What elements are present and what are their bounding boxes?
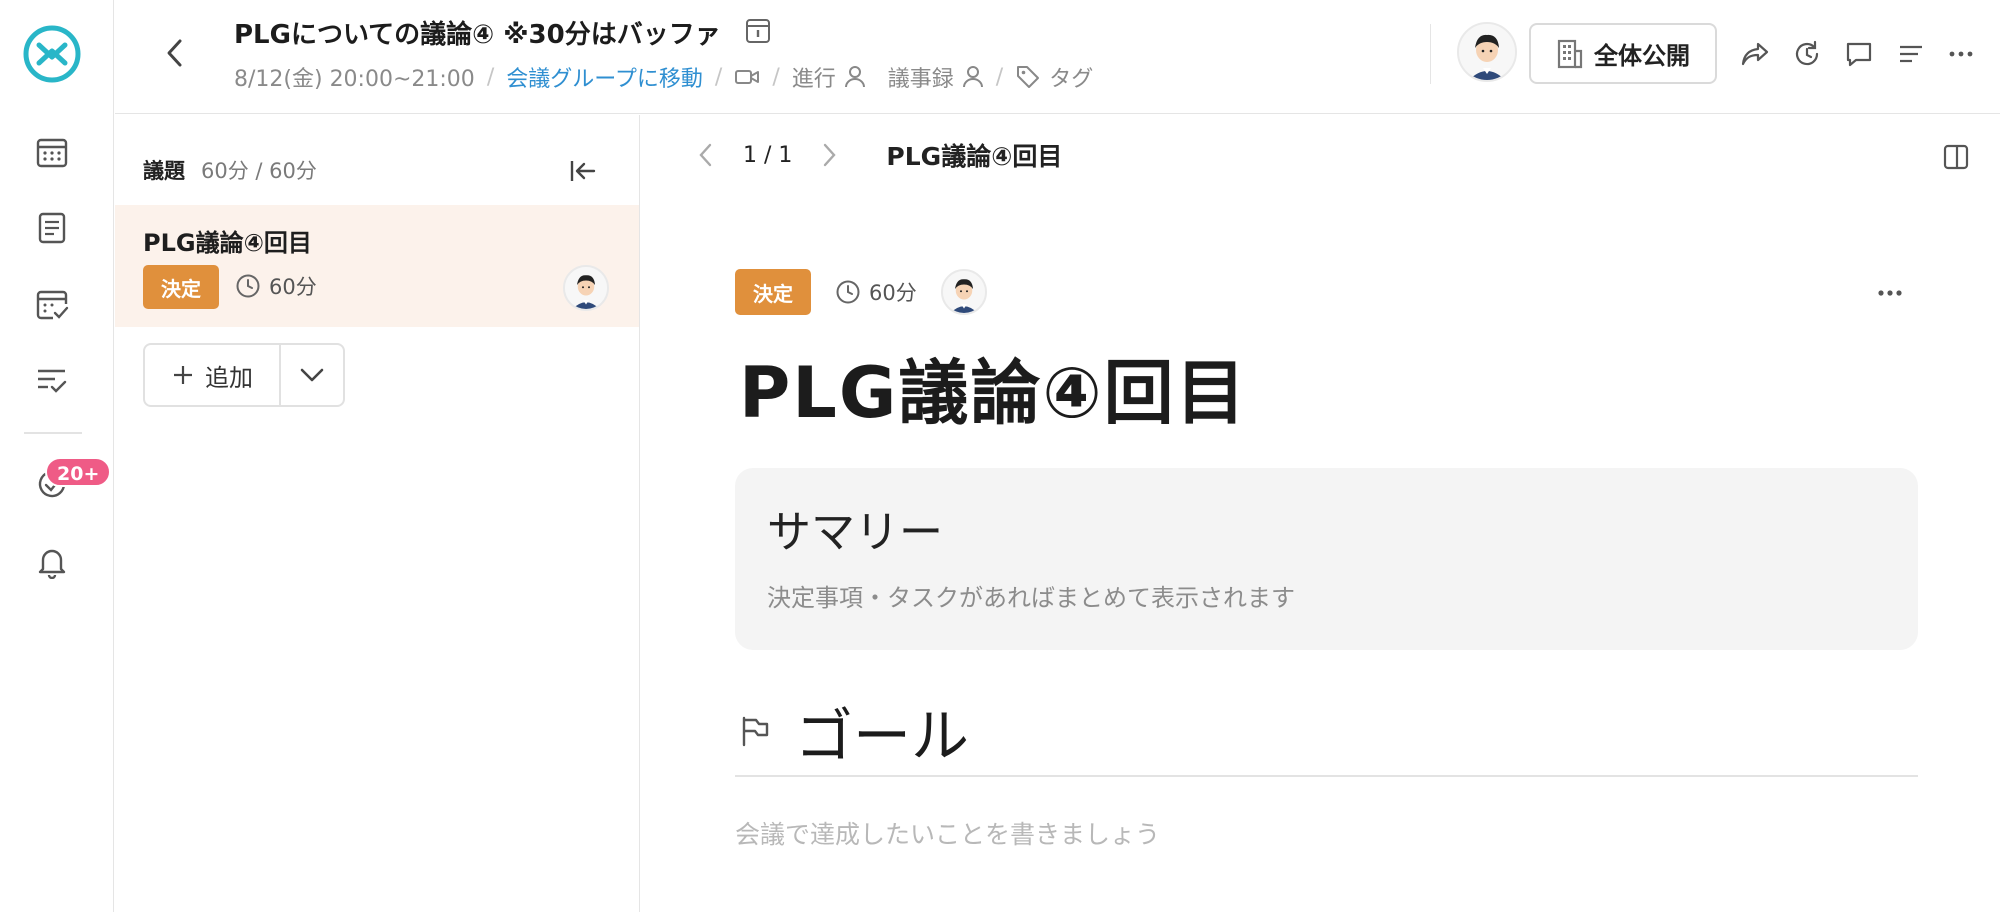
- header-divider: [1430, 24, 1431, 84]
- agenda-header: 議題 60分 / 60分: [143, 155, 317, 185]
- collapse-left-icon: [570, 161, 596, 181]
- owner-avatar[interactable]: [1457, 22, 1517, 82]
- meta-separator: /: [486, 64, 495, 90]
- meeting-title[interactable]: PLGについての議論④ ※30分はバッファ: [234, 14, 721, 51]
- clock-icon: [836, 280, 860, 304]
- pager-title: PLG議論④回目: [886, 142, 1063, 171]
- outline-list-icon[interactable]: [1891, 34, 1931, 74]
- status-badge[interactable]: 決定: [735, 269, 811, 315]
- page-current: 1: [743, 142, 757, 168]
- next-agenda-button[interactable]: [814, 140, 844, 170]
- chevron-right-icon: [824, 143, 837, 167]
- agenda-item[interactable]: PLG議論④回目 決定 60分: [115, 205, 639, 327]
- meeting-header: PLGについての議論④ ※30分はバッファ 8/12(金) 20:00~21:0…: [115, 0, 2000, 114]
- split-view-icon[interactable]: [1936, 137, 1976, 177]
- more-options-icon[interactable]: [1941, 34, 1981, 74]
- logo-icon[interactable]: [22, 24, 82, 84]
- sidebar-divider: [24, 432, 82, 434]
- add-agenda-label: 追加: [205, 363, 253, 392]
- summary-placeholder: 決定事項・タスクがあればまとめて表示されます: [767, 584, 1295, 612]
- chevron-down-icon: [300, 368, 324, 382]
- back-button[interactable]: [155, 33, 195, 73]
- add-agenda-group: 追加: [143, 343, 345, 407]
- clock-icon: [236, 274, 260, 298]
- bell-icon[interactable]: [32, 542, 72, 582]
- tag-icon: [1017, 66, 1040, 88]
- agenda-detail: 1 / 1 PLG議論④回目 決定 60分 PLG議論④回目 サマリー 決定事項…: [641, 115, 2000, 912]
- public-visibility-button[interactable]: 全体公開: [1529, 23, 1717, 84]
- comment-icon[interactable]: [1839, 34, 1879, 74]
- video-call-button[interactable]: [734, 67, 760, 87]
- goal-section: ゴール: [735, 693, 1918, 777]
- tag-selector[interactable]: タグ: [1015, 61, 1093, 93]
- add-agenda-button[interactable]: 追加: [145, 345, 281, 405]
- meeting-meta: 8/12(金) 20:00~21:00 / 会議グループに移動 / / 進行 議…: [234, 61, 1093, 93]
- add-options-dropdown[interactable]: [281, 345, 343, 405]
- meta-separator: /: [995, 64, 1004, 90]
- notification-count-badge: 20+: [45, 457, 112, 487]
- page-indicator: 1 / 1: [743, 143, 792, 168]
- summary-section: サマリー 決定事項・タスクがあればまとめて表示されます: [735, 468, 1918, 650]
- meeting-datetime[interactable]: 8/12(金) 20:00~21:00: [234, 61, 475, 93]
- plus-icon: [174, 366, 192, 384]
- video-camera-icon: [735, 70, 760, 84]
- topic-title[interactable]: PLG議論④回目: [739, 337, 1248, 438]
- topic-duration[interactable]: 60分: [835, 277, 917, 307]
- meta-separator: /: [772, 64, 780, 90]
- page-total: 1: [778, 142, 793, 168]
- chevron-left-icon: [699, 143, 712, 167]
- duration-value: 60分: [869, 281, 917, 305]
- calendar-check-icon[interactable]: [32, 284, 72, 324]
- collapse-panel-button[interactable]: [563, 151, 603, 191]
- agenda-pager: 1 / 1 PLG議論④回目: [691, 135, 1062, 175]
- status-badge[interactable]: 決定: [143, 265, 219, 309]
- building-icon: [1557, 39, 1583, 68]
- agenda-item-duration[interactable]: 60分: [235, 271, 317, 301]
- meta-separator: /: [714, 64, 723, 90]
- tag-label: タグ: [1049, 67, 1094, 92]
- page-separator: /: [764, 142, 772, 168]
- person-icon: [844, 66, 865, 88]
- minutes-label: 議事録: [887, 67, 954, 92]
- person-icon: [962, 66, 983, 88]
- move-to-group-link[interactable]: 会議グループに移動: [506, 61, 703, 93]
- assignee-avatar[interactable]: [940, 269, 987, 315]
- agenda-label: 議題: [143, 159, 185, 183]
- share-icon[interactable]: [1735, 34, 1775, 74]
- duration-value: 60分: [269, 275, 317, 299]
- goal-input[interactable]: 会議で達成したいことを書きましょう: [735, 815, 1160, 851]
- calendar-icon[interactable]: [32, 132, 72, 172]
- agenda-time-count: 60分 / 60分: [201, 159, 317, 183]
- topic-meta: 決定 60分: [735, 268, 987, 316]
- task-list-icon[interactable]: [32, 360, 72, 400]
- topic-more-icon[interactable]: [1870, 273, 1910, 313]
- public-visibility-label: 全体公開: [1594, 42, 1690, 70]
- history-icon[interactable]: [1787, 34, 1827, 74]
- facilitator-label: 進行: [791, 67, 836, 92]
- facilitator-selector[interactable]: 進行: [792, 61, 866, 93]
- goal-heading: ゴール: [795, 702, 970, 770]
- agenda-item-title: PLG議論④回目: [143, 229, 312, 257]
- previous-agenda-button[interactable]: [691, 140, 721, 170]
- assignee-avatar[interactable]: [563, 265, 609, 311]
- minutes-taker-selector[interactable]: 議事録: [888, 61, 984, 93]
- flag-icon: [735, 711, 775, 751]
- left-sidebar: 20+: [0, 0, 114, 912]
- agenda-panel: 議題 60分 / 60分 PLG議論④回目 決定 60分 追加: [115, 115, 640, 912]
- summary-heading: サマリー: [767, 507, 943, 558]
- document-icon[interactable]: [32, 208, 72, 248]
- template-icon[interactable]: [743, 16, 773, 46]
